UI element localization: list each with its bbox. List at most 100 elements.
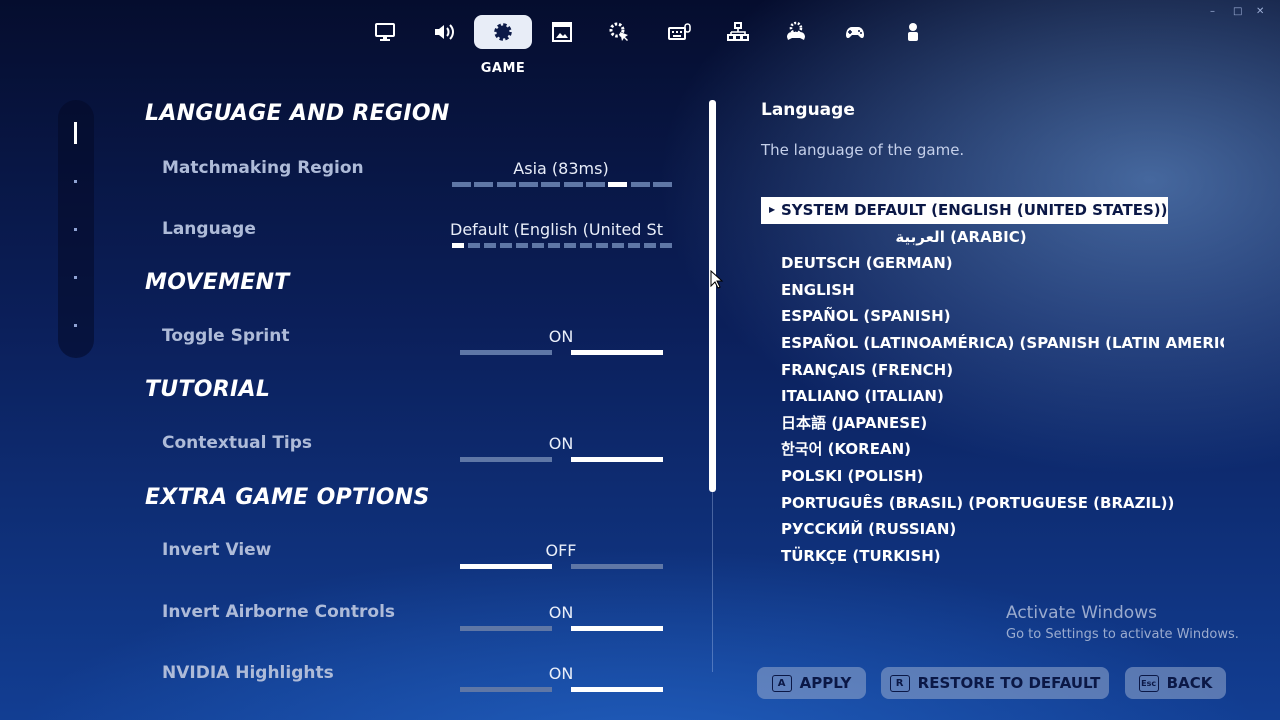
option-indicator-bar[interactable] — [452, 243, 672, 249]
language-option-spanish[interactable]: ESPAÑOL (SPANISH) — [761, 303, 1224, 330]
setting-value: Asia (83ms) — [513, 159, 609, 178]
option-segment[interactable] — [630, 182, 650, 187]
toggle-off-segment[interactable] — [460, 457, 552, 462]
button-label: APPLY — [799, 674, 852, 692]
toggle-off-segment[interactable] — [460, 687, 552, 692]
language-option-japanese[interactable]: 日本語 (JAPANESE) — [761, 410, 1224, 437]
setting-label: Matchmaking Region — [162, 158, 364, 178]
audio-icon — [435, 24, 454, 40]
tab-touch[interactable] — [590, 15, 648, 49]
toggle-on-segment[interactable] — [571, 564, 663, 569]
detail-title: Language — [761, 100, 855, 120]
account-icon — [908, 23, 918, 41]
toggle-off-segment[interactable] — [460, 564, 552, 569]
toggle-indicator[interactable] — [460, 564, 664, 569]
option-segment[interactable] — [564, 243, 576, 248]
scroll-indicator-dot[interactable] — [74, 276, 77, 279]
restore-default-button[interactable]: R RESTORE TO DEFAULT — [881, 667, 1109, 699]
option-segment[interactable] — [585, 182, 605, 187]
toggle-on-segment[interactable] — [571, 457, 663, 462]
toggle-on-segment[interactable] — [571, 687, 663, 692]
keyboard-mouse-icon — [668, 23, 691, 40]
option-segment[interactable] — [452, 182, 471, 187]
option-segment[interactable] — [644, 243, 656, 248]
maximize-button[interactable]: □ — [1233, 6, 1242, 17]
option-segment[interactable] — [580, 243, 592, 248]
setting-label: Contextual Tips — [162, 433, 313, 453]
option-segment[interactable] — [516, 243, 528, 248]
option-segment[interactable] — [596, 243, 608, 248]
apply-button[interactable]: A APPLY — [757, 667, 866, 699]
section-title-movement: MOVEMENT — [145, 270, 290, 295]
button-label: RESTORE TO DEFAULT — [917, 674, 1101, 692]
scroll-indicator-dot[interactable] — [74, 324, 77, 327]
touch-settings-icon — [609, 22, 628, 41]
option-segment[interactable] — [660, 243, 672, 248]
option-segment[interactable] — [500, 243, 512, 248]
language-option-turkish[interactable]: TÜRKÇE (TURKISH) — [761, 543, 1224, 570]
tab-audio[interactable] — [415, 15, 473, 49]
language-option-russian[interactable]: РУССКИЙ (RUSSIAN) — [761, 516, 1224, 543]
language-option-english[interactable]: ENGLISH — [761, 277, 1224, 304]
toggle-on-segment[interactable] — [571, 350, 663, 355]
setting-value: ON — [548, 327, 574, 346]
option-segment[interactable] — [532, 243, 544, 248]
option-segment[interactable] — [548, 243, 560, 248]
activate-windows-hint: Go to Settings to activate Windows. — [1006, 627, 1239, 642]
scroll-indicator-dot[interactable] — [74, 180, 77, 183]
tab-controller-settings[interactable] — [767, 15, 825, 49]
language-option-portuguese-brazil[interactable]: PORTUGUÊS (BRASIL) (PORTUGUESE (BRAZIL)) — [761, 490, 1224, 517]
setting-value: ON — [548, 434, 574, 453]
setting-value: ON — [548, 603, 574, 622]
settings-scrollbar[interactable] — [709, 100, 716, 492]
scroll-indicator-active — [74, 122, 77, 144]
language-option-spanish-latam[interactable]: ESPAÑOL (LATINOAMÉRICA) (SPANISH (LATIN … — [761, 330, 1224, 357]
toggle-off-segment[interactable] — [460, 626, 552, 631]
toggle-indicator[interactable] — [460, 457, 664, 462]
option-segment[interactable] — [468, 243, 480, 248]
option-segment[interactable] — [563, 182, 583, 187]
minimize-button[interactable]: – — [1210, 6, 1215, 17]
option-segment[interactable] — [518, 182, 538, 187]
section-scroll-rail[interactable] — [58, 100, 94, 358]
tab-controller[interactable] — [826, 15, 884, 49]
option-segment[interactable] — [628, 243, 640, 248]
language-option-korean[interactable]: 한국어 (KOREAN) — [761, 436, 1224, 463]
option-segment[interactable] — [452, 243, 464, 248]
display-ui-icon — [552, 22, 572, 42]
option-segment[interactable] — [484, 243, 496, 248]
toggle-indicator[interactable] — [460, 687, 664, 692]
tab-video[interactable] — [356, 15, 414, 49]
language-option-german[interactable]: DEUTSCH (GERMAN) — [761, 250, 1224, 277]
tab-controller-layout[interactable] — [709, 15, 767, 49]
tab-game-ui[interactable] — [533, 15, 591, 49]
back-button[interactable]: Esc BACK — [1125, 667, 1226, 699]
toggle-indicator[interactable] — [460, 626, 664, 631]
close-button[interactable]: ✕ — [1256, 6, 1264, 17]
tab-keyboard[interactable] — [650, 15, 708, 49]
toggle-on-segment[interactable] — [571, 626, 663, 631]
gamepad-icon — [846, 27, 864, 39]
language-option-italian[interactable]: ITALIANO (ITALIAN) — [761, 383, 1224, 410]
setting-value: Default (English (United St — [450, 220, 663, 239]
setting-label: Invert Airborne Controls — [162, 602, 396, 622]
setting-label: NVIDIA Highlights — [162, 663, 334, 683]
option-segment[interactable] — [612, 243, 624, 248]
tab-game[interactable] — [474, 15, 532, 49]
key-hint-icon: Esc — [1138, 674, 1159, 692]
language-option-system-default[interactable]: SYSTEM DEFAULT (ENGLISH (UNITED STATES)) — [761, 197, 1168, 224]
language-option-polish[interactable]: POLSKI (POLISH) — [761, 463, 1224, 490]
scroll-indicator-dot[interactable] — [74, 228, 77, 231]
toggle-off-segment[interactable] — [460, 350, 552, 355]
language-option-french[interactable]: FRANÇAIS (FRENCH) — [761, 357, 1224, 384]
option-indicator-bar[interactable] — [452, 182, 672, 188]
option-segment[interactable] — [652, 182, 672, 187]
language-option-arabic[interactable]: العربية (ARABIC) — [761, 224, 1161, 251]
controller-layout-icon — [727, 22, 749, 41]
toggle-indicator[interactable] — [460, 350, 664, 355]
tab-account[interactable] — [884, 15, 942, 49]
option-segment[interactable] — [541, 182, 561, 187]
option-segment[interactable] — [608, 182, 628, 187]
option-segment[interactable] — [474, 182, 494, 187]
option-segment[interactable] — [496, 182, 516, 187]
